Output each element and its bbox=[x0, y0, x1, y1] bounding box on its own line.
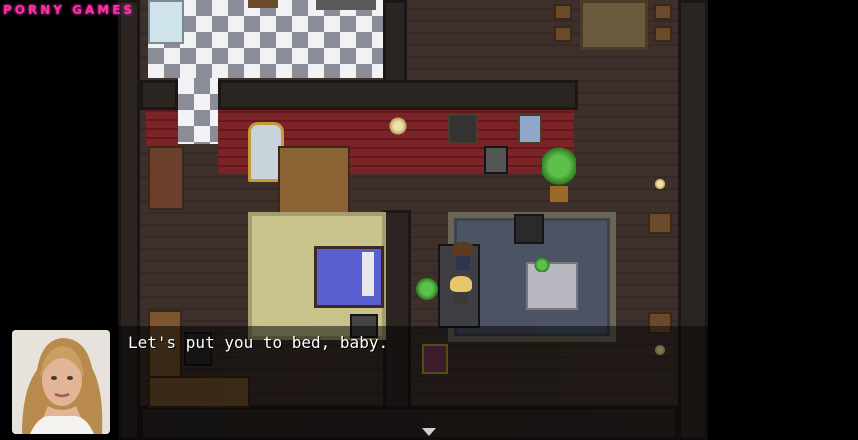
speaker-portrait bbox=[12, 330, 110, 434]
black-armchair bbox=[514, 214, 544, 244]
down-triangle-icon[interactable] bbox=[422, 428, 436, 436]
blonde-woman-portrait-icon bbox=[12, 330, 110, 434]
bathtub bbox=[148, 0, 184, 44]
armchair bbox=[484, 146, 508, 174]
dining-chair bbox=[554, 4, 572, 20]
dialog-text: Let's put you to bed, baby. bbox=[128, 333, 389, 352]
wall-segment bbox=[218, 80, 578, 110]
dining-table bbox=[580, 0, 648, 50]
picture-frame bbox=[448, 114, 478, 144]
wall-segment bbox=[140, 80, 178, 110]
wall-lamp bbox=[388, 116, 408, 136]
side-table bbox=[648, 212, 672, 234]
blonde-character-sprite bbox=[450, 276, 472, 304]
watermark-logo: PORNY GAMES bbox=[3, 3, 136, 17]
stool bbox=[248, 0, 278, 8]
game-screen: PORNY GAMES Let's put you to bed, baby. bbox=[0, 0, 858, 440]
small-plant bbox=[416, 278, 438, 300]
dining-chair bbox=[654, 4, 672, 20]
bed-pillow bbox=[362, 252, 374, 296]
dining-chair bbox=[554, 26, 572, 42]
dining-chair bbox=[654, 26, 672, 42]
picture-frame bbox=[518, 114, 542, 144]
potted-plant bbox=[542, 146, 576, 206]
sink-counter bbox=[316, 0, 376, 10]
table-plant bbox=[534, 258, 550, 272]
hall-floor bbox=[178, 78, 218, 144]
brick-wall bbox=[146, 110, 178, 146]
china-cabinet bbox=[148, 146, 184, 210]
male-character-sprite bbox=[452, 242, 474, 270]
wardrobe bbox=[278, 146, 350, 214]
floor-lamp bbox=[654, 178, 666, 206]
